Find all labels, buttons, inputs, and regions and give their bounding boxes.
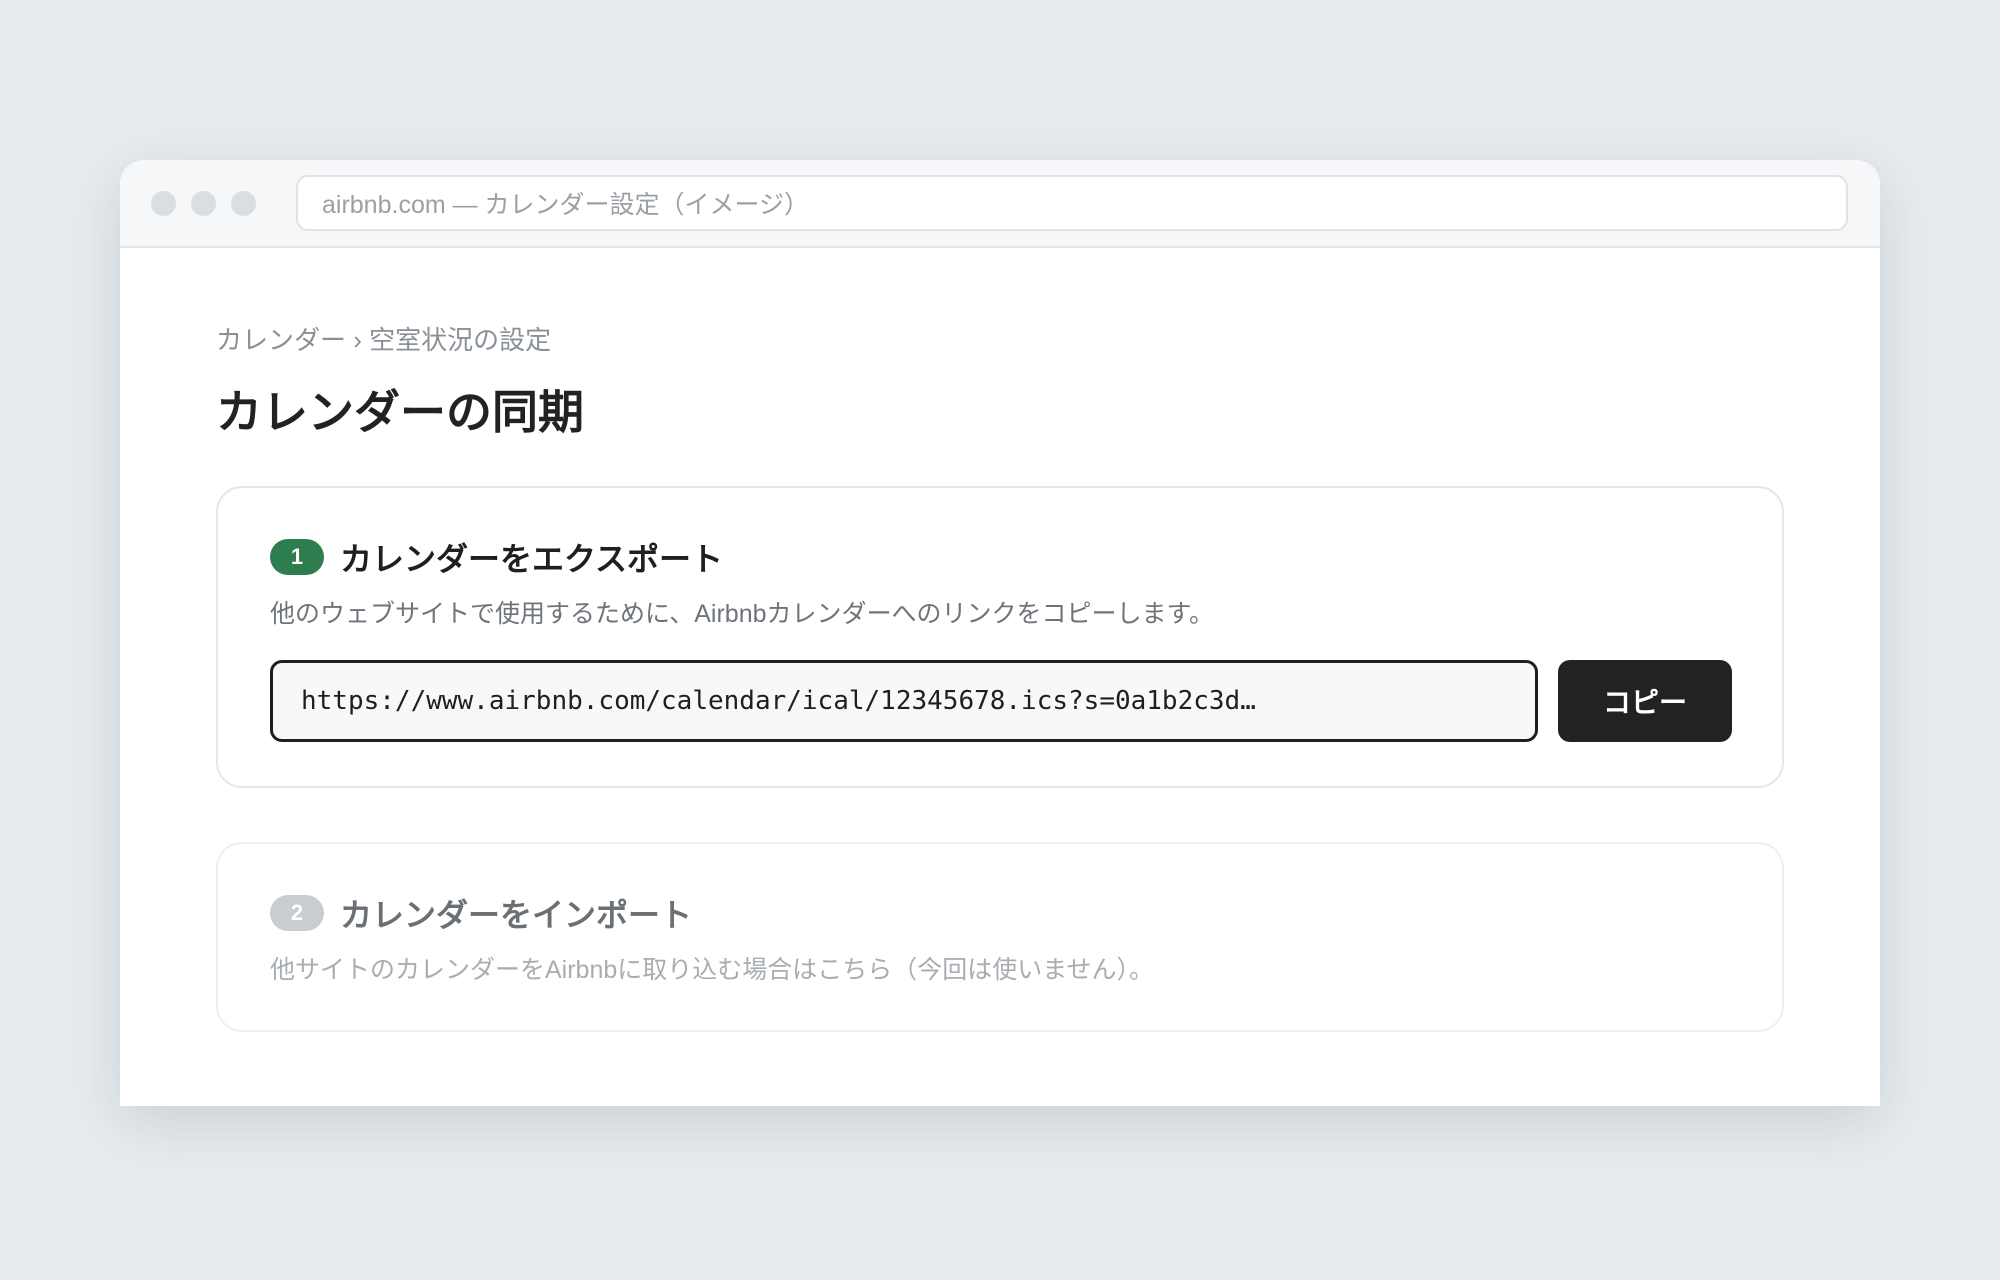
browser-window: airbnb.com — カレンダー設定（イメージ） カレンダー › 空室状況の…: [120, 160, 1880, 1106]
import-calendar-card[interactable]: 2 カレンダーをインポート 他サイトのカレンダーをAirbnbに取り込む場合はこ…: [216, 842, 1784, 1032]
breadcrumb: カレンダー › 空室状況の設定: [216, 325, 552, 355]
export-step-title: カレンダーをエクスポート: [340, 541, 724, 577]
window-minimize-dot[interactable]: [191, 191, 216, 216]
address-bar[interactable]: airbnb.com — カレンダー設定（イメージ）: [296, 175, 1848, 231]
import-step-header: 2 カレンダーをインポート: [270, 890, 692, 936]
ical-url-field[interactable]: https://www.airbnb.com/calendar/ical/123…: [270, 660, 1538, 742]
window-zoom-dot[interactable]: [231, 191, 256, 216]
window-close-dot[interactable]: [151, 191, 176, 216]
browser-titlebar: airbnb.com — カレンダー設定（イメージ）: [120, 160, 1880, 248]
address-text: airbnb.com — カレンダー設定（イメージ）: [322, 191, 810, 219]
step-number-badge: 1: [270, 539, 324, 575]
import-step-description: 他サイトのカレンダーをAirbnbに取り込む場合はこちら（今回は使いません）。: [270, 956, 1155, 984]
import-step-title: カレンダーをインポート: [340, 897, 693, 933]
export-step-header: 1 カレンダーをエクスポート: [270, 534, 723, 580]
export-step-description: 他のウェブサイトで使用するために、Airbnbカレンダーへのリンクをコピーします…: [270, 600, 1215, 628]
step-number-badge: 2: [270, 895, 324, 931]
copy-button[interactable]: コピー: [1558, 660, 1732, 742]
page-title: カレンダーの同期: [216, 386, 584, 438]
export-calendar-card: 1 カレンダーをエクスポート 他のウェブサイトで使用するために、Airbnbカレ…: [216, 486, 1784, 788]
